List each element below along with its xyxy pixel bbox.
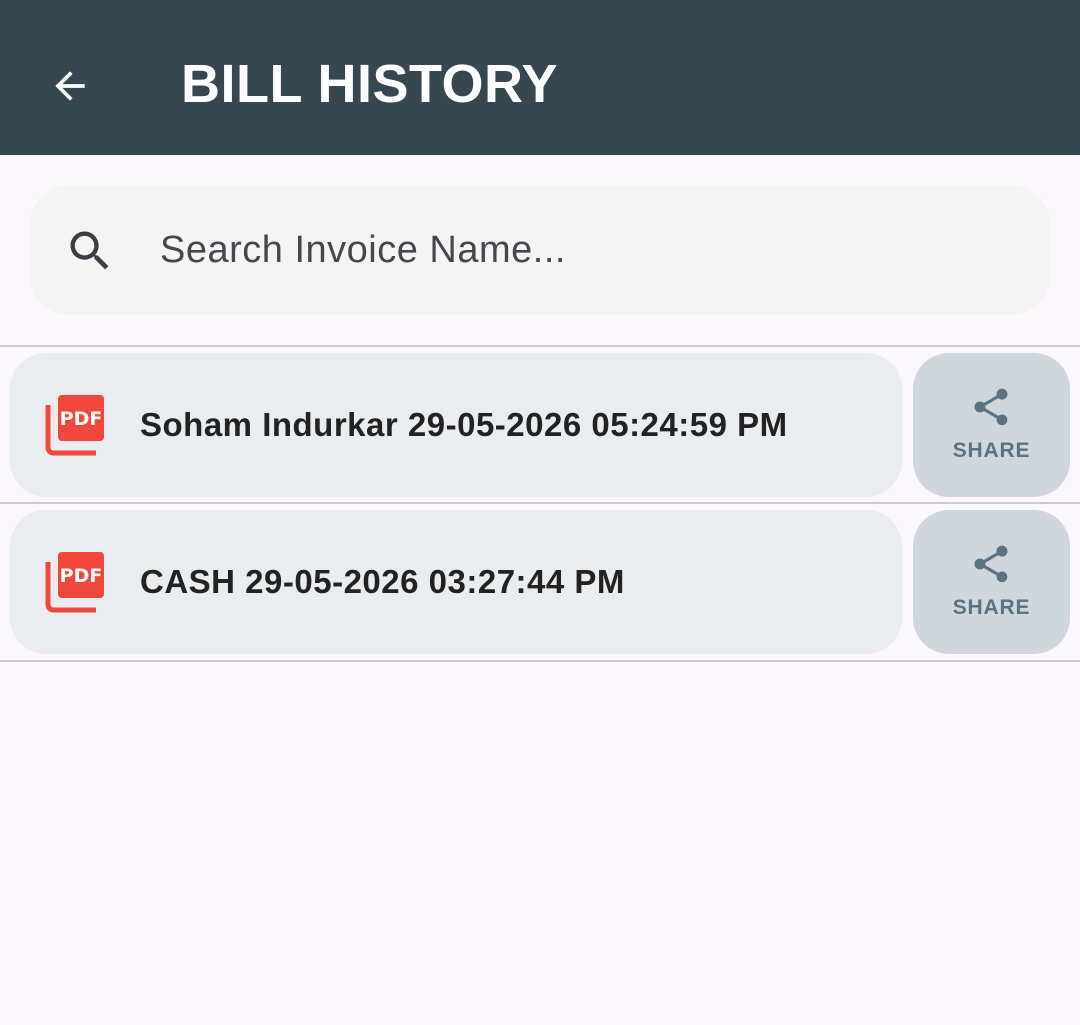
back-button[interactable] — [30, 46, 110, 126]
search-input[interactable] — [160, 218, 1010, 282]
divider — [0, 502, 1080, 504]
page-title: BILL HISTORY — [181, 54, 559, 114]
share-label: SHARE — [952, 596, 1031, 619]
divider — [0, 660, 1080, 662]
bill-item[interactable]: PDF CASH 29-05-2026 03:27:44 PM — [10, 510, 902, 654]
share-icon — [974, 545, 1008, 583]
pdf-icon: PDF — [45, 552, 104, 613]
bill-name: Soham Indurkar 29-05-2026 05:24:59 PM — [140, 406, 788, 443]
app-bar: BILL HISTORY — [0, 0, 1080, 155]
svg-text:PDF: PDF — [60, 565, 103, 587]
bill-name: CASH 29-05-2026 03:27:44 PM — [140, 563, 625, 600]
share-label: SHARE — [952, 439, 1031, 462]
search-icon — [70, 231, 109, 270]
svg-text:PDF: PDF — [60, 408, 103, 430]
divider — [0, 345, 1080, 347]
share-button[interactable]: SHARE — [913, 510, 1070, 654]
share-icon — [974, 388, 1008, 426]
arrow-back-icon — [55, 71, 85, 101]
share-button[interactable]: SHARE — [913, 353, 1070, 497]
pdf-icon: PDF — [45, 395, 104, 456]
bill-item[interactable]: PDF Soham Indurkar 29-05-2026 05:24:59 P… — [10, 353, 902, 497]
